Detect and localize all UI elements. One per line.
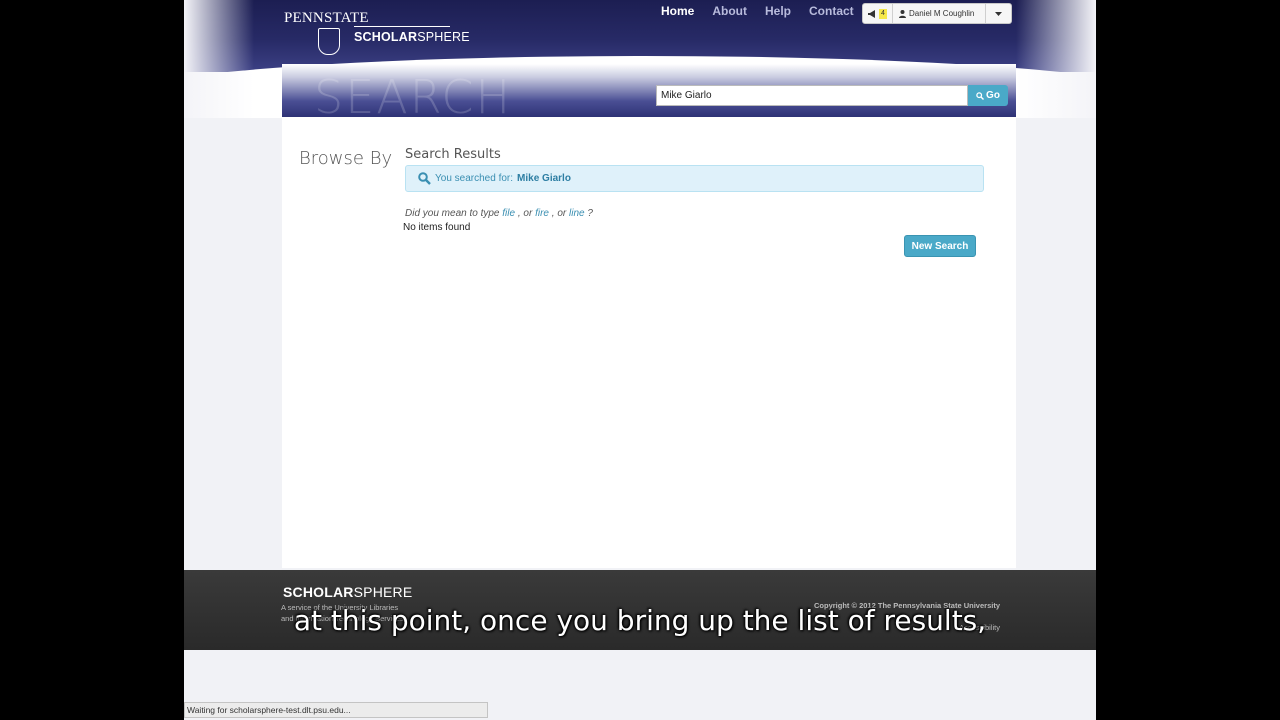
- did-you-mean: Did you mean to type file , or fire , or…: [405, 208, 593, 219]
- user-icon: [899, 9, 906, 18]
- megaphone-icon: [868, 9, 876, 18]
- suggestion-fire[interactable]: fire: [535, 208, 549, 219]
- suggestion-line[interactable]: line: [569, 208, 585, 219]
- header-right-fade: [1016, 0, 1096, 118]
- no-items-message: No items found: [403, 222, 471, 233]
- nav-about[interactable]: About: [703, 4, 756, 18]
- footer-logo: SCHOLARSPHERE: [283, 584, 413, 600]
- search-input[interactable]: [656, 85, 968, 106]
- site-header: SEARCH PENNSTATE SCHOLARSPHERE Home Abou…: [184, 0, 1096, 118]
- caret-down-icon: [995, 11, 1002, 16]
- user-menu: 4 Daniel M Coughlin: [862, 3, 1012, 24]
- logo-divider: [354, 26, 450, 27]
- browse-by-heading: Browse By: [299, 148, 393, 169]
- new-search-button[interactable]: New Search: [904, 235, 976, 257]
- browser-status-bar: Waiting for scholarsphere-test.dlt.psu.e…: [184, 702, 488, 718]
- video-caption: at this point, once you bring up the lis…: [293, 604, 987, 637]
- content-panel: Browse By Search Results You searched fo…: [282, 118, 1016, 568]
- nav-home[interactable]: Home: [652, 4, 703, 18]
- user-name-label: Daniel M Coughlin: [909, 9, 975, 18]
- go-label: Go: [986, 90, 1000, 101]
- search-watermark: SEARCH: [314, 70, 513, 118]
- user-name-button[interactable]: Daniel M Coughlin: [893, 9, 985, 18]
- header-left-fade: [184, 0, 254, 118]
- results-title: Search Results: [405, 147, 501, 162]
- searched-term: Mike Giarlo: [517, 173, 571, 184]
- main-nav: Home About Help Contact: [652, 4, 863, 18]
- shield-icon: [318, 28, 340, 55]
- searched-for-alert: You searched for: Mike Giarlo: [405, 165, 984, 192]
- user-dropdown-toggle[interactable]: [985, 4, 1011, 23]
- scholarsphere-logo[interactable]: PENNSTATE SCHOLARSPHERE: [284, 10, 470, 60]
- nav-contact[interactable]: Contact: [800, 4, 863, 18]
- search-icon: [418, 172, 431, 185]
- searched-prefix: You searched for:: [435, 173, 514, 184]
- suggestion-file[interactable]: file: [502, 208, 515, 219]
- logo-pennstate-text: PENNSTATE: [284, 10, 369, 26]
- search-icon: [976, 91, 985, 100]
- notifications-button[interactable]: 4: [863, 4, 893, 23]
- notification-count: 4: [879, 8, 887, 19]
- nav-help[interactable]: Help: [756, 4, 800, 18]
- logo-scholarsphere-text: SCHOLARSPHERE: [354, 30, 470, 44]
- search-go-button[interactable]: Go: [968, 85, 1008, 106]
